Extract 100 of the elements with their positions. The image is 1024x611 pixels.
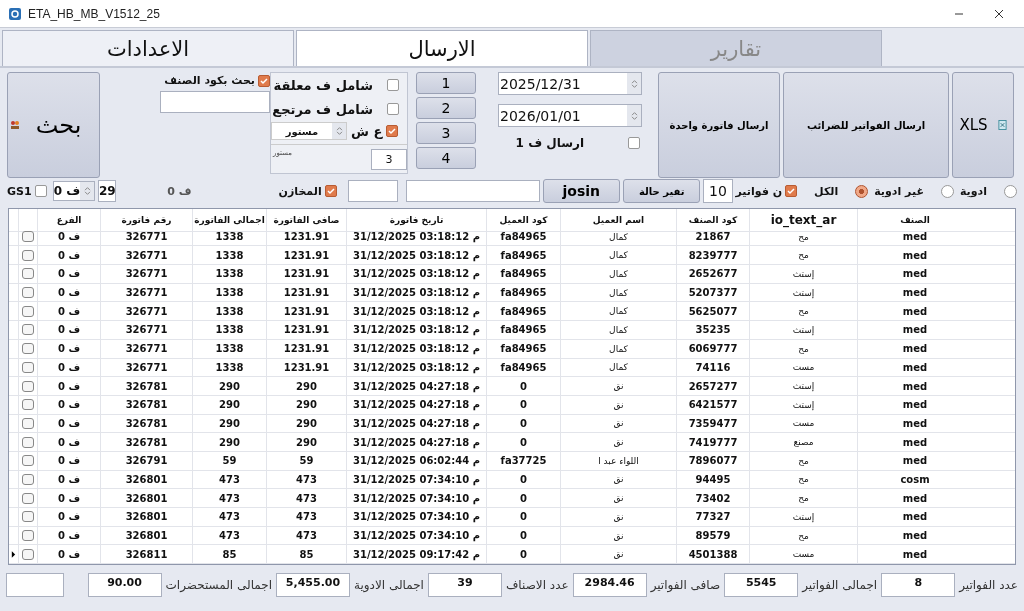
- net-amount-cell: 290: [266, 377, 346, 396]
- type-cell: مصنع: [749, 433, 857, 452]
- up-down-arrows-icon[interactable]: [630, 110, 638, 121]
- invoice-number-cell: 326781: [100, 395, 192, 415]
- tab[interactable]: الاعدادات: [2, 30, 294, 66]
- branch-cell: ف 0: [37, 302, 100, 322]
- checkbox-label: بحث بكود الصنف: [164, 74, 255, 87]
- date-field[interactable]: 2026/01/01: [498, 104, 642, 127]
- row-checkbox[interactable]: [22, 324, 34, 336]
- checkbox[interactable]: [387, 103, 399, 115]
- change-status-button[interactable]: تفير حالة: [623, 179, 701, 203]
- column-header[interactable]: الفرع: [37, 209, 100, 232]
- checkbox[interactable]: [628, 137, 640, 149]
- item-code-cell: 5207377: [676, 283, 749, 303]
- row-checkbox[interactable]: [22, 305, 34, 317]
- net-amount-cell: 1231.91: [266, 321, 346, 340]
- up-down-arrows-icon[interactable]: [83, 186, 91, 196]
- branch-cell: ف 0: [37, 321, 100, 340]
- row-checkbox[interactable]: [22, 268, 34, 280]
- row-checkbox[interactable]: [22, 436, 34, 448]
- row-checkbox[interactable]: [22, 231, 34, 243]
- column-header[interactable]: الصنف: [857, 209, 972, 232]
- column-header[interactable]: صافى الفاتورة: [266, 209, 346, 232]
- invoice-date-cell: 31/12/2025 03:18:12 م: [346, 227, 486, 247]
- radio-button[interactable]: [940, 184, 954, 198]
- josin-button[interactable]: josin: [542, 179, 620, 203]
- radio-button[interactable]: [1004, 184, 1017, 198]
- net-amount-cell: 473: [266, 508, 346, 527]
- number-button[interactable]: 4: [416, 147, 476, 169]
- total-label: اجمالى الادوية: [354, 578, 424, 592]
- date-field[interactable]: 2025/12/31: [498, 72, 642, 95]
- column-header[interactable]: كود العميل: [486, 209, 560, 232]
- text-field[interactable]: [347, 180, 398, 202]
- text-field[interactable]: [405, 180, 540, 202]
- branch-label: ف 0: [167, 184, 192, 198]
- item-code-cell: 74116: [676, 358, 749, 378]
- up-down-arrows-icon[interactable]: [335, 126, 343, 136]
- customer-name-cell: اللواء عبد ا: [560, 451, 676, 471]
- checkbox[interactable]: [324, 185, 337, 197]
- customer-name-cell: نق: [560, 508, 676, 527]
- column-header[interactable]: اسم العميل: [560, 209, 676, 232]
- row-checkbox[interactable]: [22, 361, 34, 373]
- item-code-cell: 7896077: [676, 451, 749, 471]
- checkbox[interactable]: [387, 79, 399, 91]
- column-header[interactable]: رقم فاتورة: [100, 209, 192, 232]
- checkbox[interactable]: [386, 125, 399, 137]
- customer-name-cell: كمال: [560, 321, 676, 340]
- status-dropdown[interactable]: مستور: [271, 122, 347, 140]
- tab[interactable]: الارسال: [296, 30, 588, 66]
- customer-name-cell: نق: [560, 470, 676, 490]
- column-header[interactable]: io_text_ar: [749, 209, 857, 232]
- row-checkbox[interactable]: [22, 473, 34, 485]
- search-button[interactable]: بحث: [7, 72, 100, 178]
- invoice-date-cell: 31/12/2025 03:18:12 م: [346, 246, 486, 266]
- send-button[interactable]: ارسال الفواتير للضرائب: [783, 72, 949, 178]
- up-down-arrows-icon[interactable]: [630, 78, 638, 89]
- item-code-cell: 2657277: [676, 377, 749, 396]
- type-cell: إستث: [749, 321, 857, 340]
- checkbox[interactable]: [258, 74, 270, 87]
- row-checkbox[interactable]: [22, 530, 34, 542]
- close-icon[interactable]: [994, 8, 1004, 19]
- row-checkbox[interactable]: [22, 417, 34, 429]
- column-header[interactable]: تاريخ فاتورة: [346, 209, 486, 232]
- total-amount-cell: 473: [192, 508, 266, 527]
- total-amount-cell: 1338: [192, 302, 266, 322]
- radio-button[interactable]: [855, 184, 869, 198]
- number-button[interactable]: 2: [416, 97, 476, 119]
- send-button[interactable]: ارسال فاتورة واحدة: [658, 72, 780, 178]
- row-checkbox[interactable]: [22, 455, 34, 467]
- row-checkbox[interactable]: [22, 399, 34, 411]
- count-field[interactable]: 3: [371, 149, 407, 170]
- export-button[interactable]: XLS: [952, 72, 1014, 178]
- column-header[interactable]: كود الصنف: [676, 209, 749, 232]
- count-field[interactable]: 29: [98, 180, 117, 202]
- invoice-number-cell: 326781: [100, 414, 192, 434]
- code-search-field[interactable]: [160, 91, 270, 113]
- branch-spinner[interactable]: ف 0: [52, 181, 96, 201]
- invoice-count-field[interactable]: 10: [703, 179, 733, 203]
- item-code-cell: 94495: [676, 470, 749, 490]
- row-checkbox[interactable]: [22, 380, 34, 392]
- category-cell: med: [857, 433, 972, 452]
- customer-name-cell: كمال: [560, 358, 676, 378]
- type-cell: مست: [749, 545, 857, 564]
- branch-cell: ف 0: [37, 283, 100, 303]
- row-checkbox[interactable]: [22, 343, 34, 355]
- column-header[interactable]: اجمالى الفاتورة: [192, 209, 266, 232]
- number-button[interactable]: 3: [416, 122, 476, 144]
- row-checkbox[interactable]: [22, 492, 34, 504]
- invoice-date-cell: 31/12/2025 03:18:12 م: [346, 302, 486, 322]
- row-checkbox[interactable]: [22, 511, 34, 523]
- row-checkbox[interactable]: [22, 287, 34, 299]
- checkbox[interactable]: [34, 185, 47, 197]
- row-checkbox[interactable]: [22, 548, 34, 560]
- text-field[interactable]: [6, 573, 64, 597]
- checkbox[interactable]: [785, 185, 798, 197]
- row-checkbox[interactable]: [22, 249, 34, 261]
- radio-label: ادوية: [959, 184, 987, 198]
- customer-name-cell: كمال: [560, 246, 676, 266]
- number-button[interactable]: 1: [416, 72, 476, 94]
- invoice-date-cell: 31/12/2025 07:34:10 م: [346, 470, 486, 490]
